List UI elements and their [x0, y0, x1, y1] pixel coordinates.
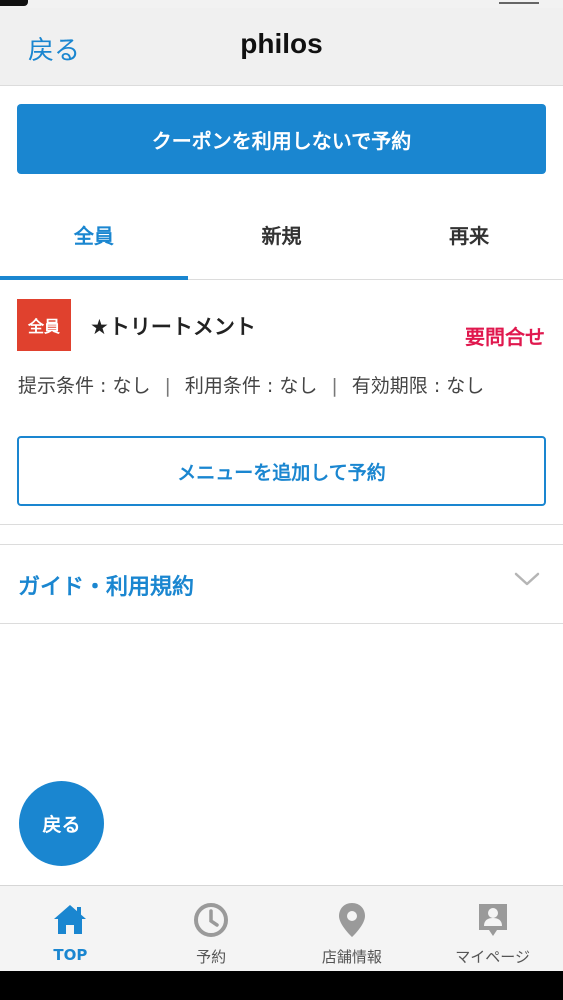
reserve-without-coupon-button[interactable]: クーポンを利用しないで予約 — [17, 104, 546, 174]
page-title: philos — [240, 28, 323, 59]
chevron-down-icon — [514, 572, 540, 586]
status-bar — [0, 0, 563, 8]
expiry-condition: 有効期限 : なし — [351, 375, 485, 397]
add-menu-reserve-button[interactable]: メニューを追加して予約 — [17, 436, 546, 506]
coupon-card: 全員 ★トリートメント 要問合せ 提示条件 : なし | 利用条件 : なし | 有効期… — [0, 281, 563, 525]
battery-icon — [499, 0, 539, 4]
clock-icon — [194, 903, 229, 937]
tabbar-label: 予約 — [196, 948, 227, 966]
guide-terms-label: ガイド・利用規約 — [18, 575, 195, 600]
coupon-target-badge: 全員 — [17, 299, 71, 351]
condition-separator: | — [164, 375, 171, 397]
floating-back-button[interactable]: 戻る — [19, 781, 104, 866]
use-condition: 利用条件 : なし — [184, 375, 318, 397]
navigation-bar: 戻る philos — [0, 8, 563, 86]
bottom-tab-bar: TOP 予約 店舗情報 マイページ — [0, 885, 563, 971]
tabbar-item-top[interactable]: TOP — [0, 886, 141, 971]
status-indicator — [0, 0, 28, 6]
tab-returning[interactable]: 再来 — [375, 196, 563, 279]
coupon-price: 要問合せ — [465, 325, 545, 349]
home-indicator-bar — [0, 971, 563, 1000]
coupon-conditions: 提示条件 : なし | 利用条件 : なし | 有効期限 : なし — [18, 371, 484, 398]
profile-icon — [478, 904, 507, 936]
map-pin-icon — [338, 903, 365, 937]
condition-separator: | — [331, 375, 338, 397]
tab-new[interactable]: 新規 — [188, 196, 376, 279]
guide-terms-accordion[interactable]: ガイド・利用規約 — [0, 544, 563, 624]
present-condition: 提示条件 : なし — [18, 375, 151, 397]
tabbar-item-store-info[interactable]: 店舗情報 — [282, 886, 423, 971]
home-icon — [54, 905, 87, 934]
tabbar-item-reservation[interactable]: 予約 — [141, 886, 282, 971]
tabbar-label: 店舗情報 — [321, 948, 382, 966]
tabbar-item-mypage[interactable]: マイページ — [422, 886, 563, 971]
tab-all[interactable]: 全員 — [0, 196, 188, 280]
customer-type-tabs: 全員 新規 再来 — [0, 196, 563, 280]
coupon-title: ★トリートメント — [90, 315, 256, 339]
tabbar-label: TOP — [53, 946, 88, 964]
tabbar-label: マイページ — [455, 948, 530, 966]
